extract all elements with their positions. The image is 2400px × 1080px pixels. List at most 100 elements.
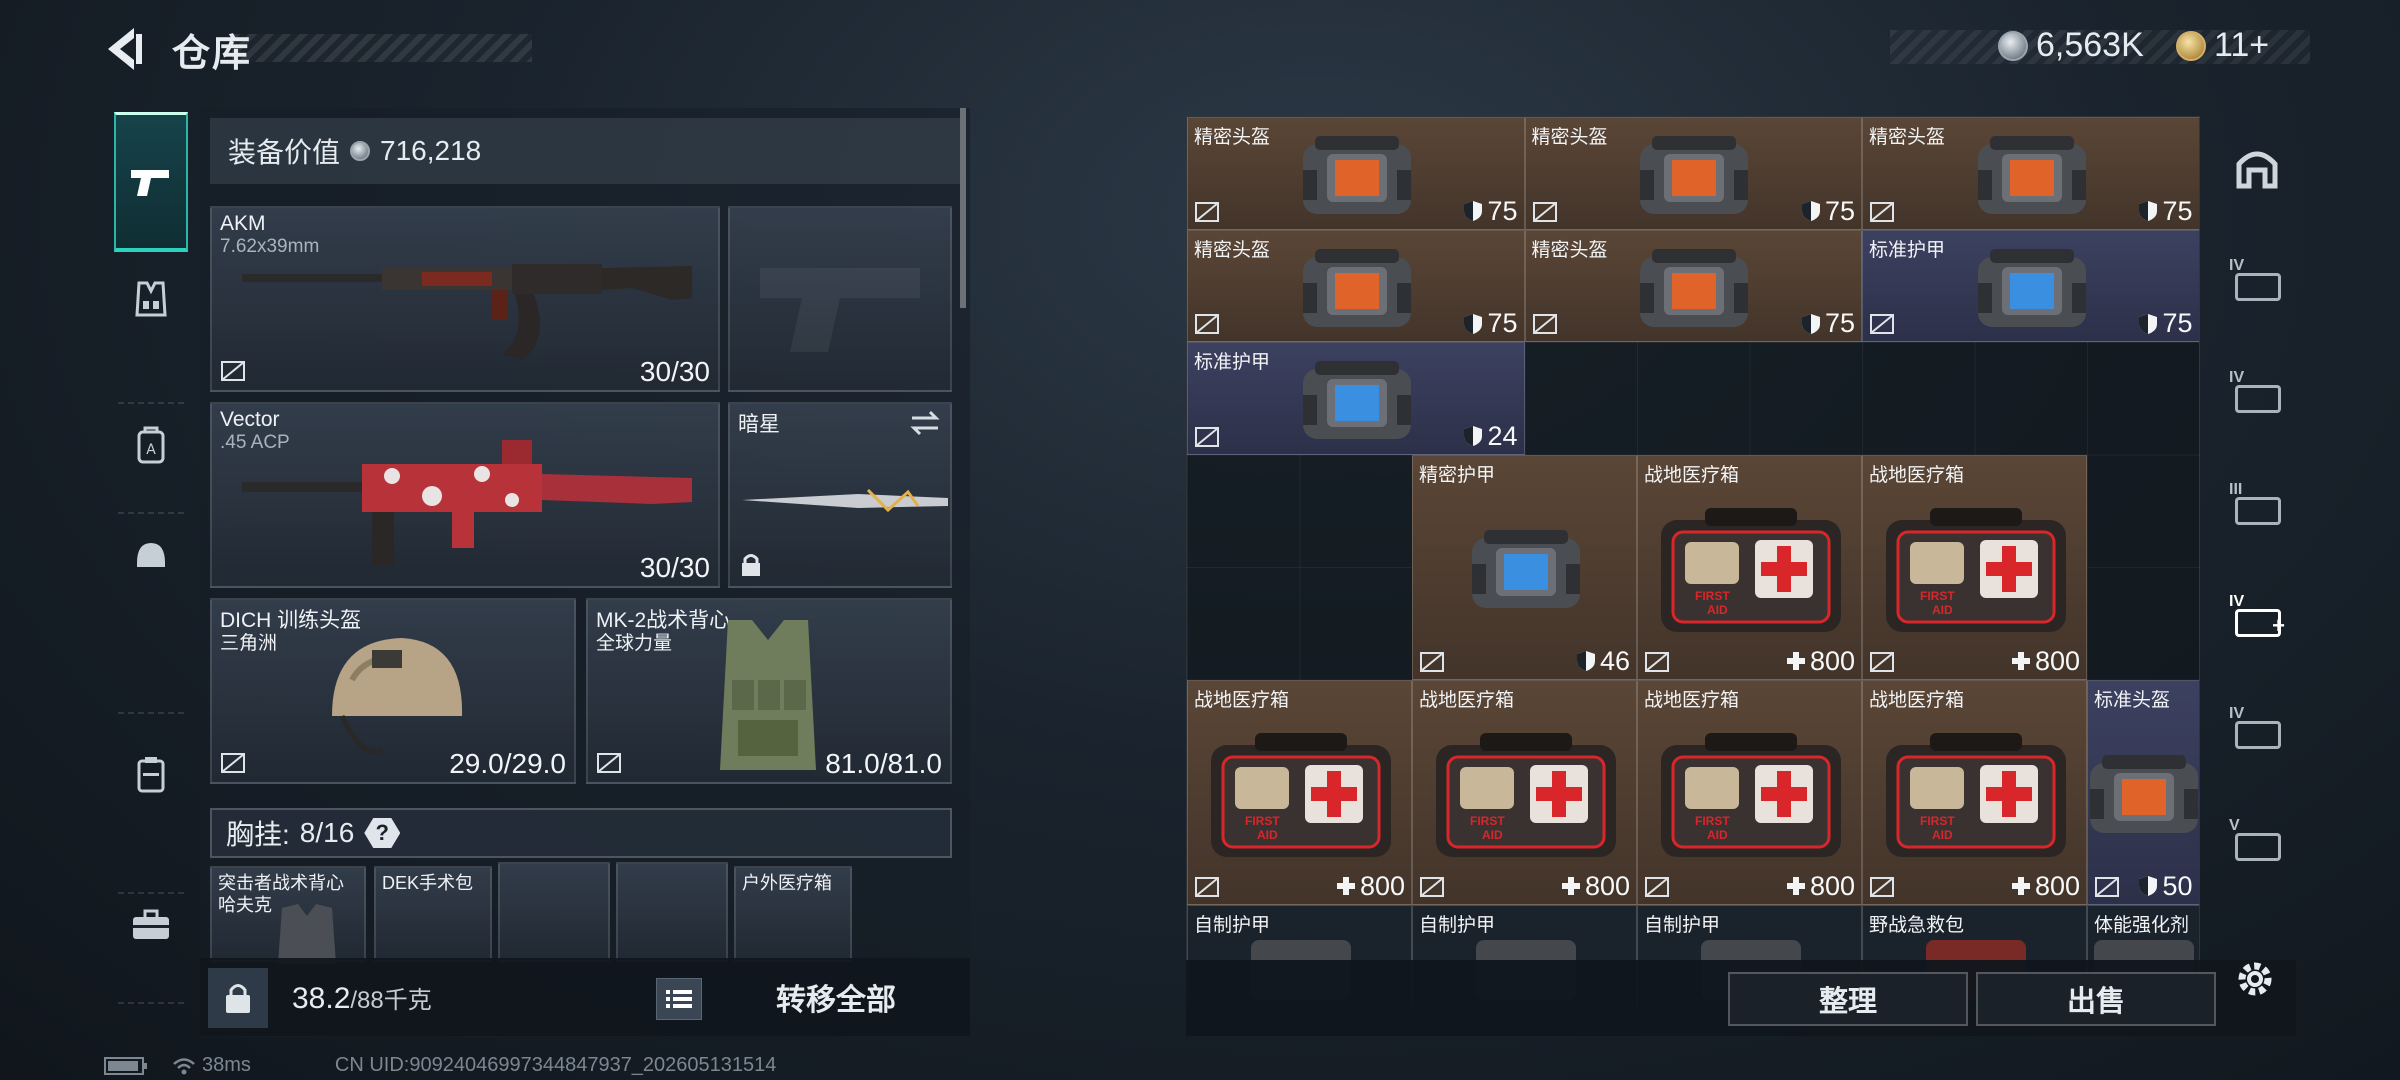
stash-tab-6[interactable]: IV <box>2214 678 2300 778</box>
tab-vests[interactable] <box>114 262 188 336</box>
stash-tab-7[interactable]: V <box>2214 790 2300 890</box>
medkit-image: FIRST AID <box>1885 508 2066 632</box>
stash-tab-3[interactable]: IV <box>2214 342 2300 442</box>
tier-box-icon: V <box>2229 817 2285 863</box>
heal-plus-icon <box>1336 877 1355 895</box>
chest-rig-header: 胸挂: 8/16 ? <box>210 808 952 858</box>
durability-shield-icon <box>1464 201 1483 221</box>
stash-item[interactable]: FIRST AID 战地医疗箱 800 <box>1862 679 2087 905</box>
stash-item[interactable]: FIRST AID 战地医疗箱 800 <box>1412 679 1637 905</box>
durability-shield-icon <box>2139 313 2158 334</box>
tab-container[interactable] <box>114 738 188 812</box>
item-name: 战地医疗箱 <box>1644 689 1740 711</box>
helmet-slot[interactable]: DICH 训练头盔 三角洲 29.0/29.0 <box>210 598 576 784</box>
no-insurance-icon <box>1870 876 1894 897</box>
primary-weapon-slot[interactable]: AKM 7.62x39mm 30/30 <box>210 206 720 392</box>
no-insurance-icon <box>1195 201 1219 222</box>
back-arrow-icon[interactable] <box>100 24 150 74</box>
stash-item[interactable]: FIRST AID 战地医疗箱 800 <box>1862 454 2087 680</box>
rig-slot[interactable]: 户外医疗箱 <box>734 866 852 962</box>
stash-item[interactable]: 精密头盔 75 <box>1862 117 2199 230</box>
item-value: 75 <box>1463 196 1518 227</box>
stash-item[interactable]: FIRST AID 战地医疗箱 800 <box>1637 679 1862 905</box>
armor-case-image <box>1640 136 1749 215</box>
stash-item[interactable]: 精密头盔 75 <box>1187 117 1525 230</box>
currency-primary[interactable]: 6,563K <box>1998 26 2144 65</box>
akm-rifle-image <box>242 264 692 360</box>
tier-box-icon: IV + <box>2229 593 2285 638</box>
stash-tab-1[interactable] <box>2214 118 2300 218</box>
stash-tab-5[interactable]: IV + <box>2214 566 2300 666</box>
durability-shield-icon <box>1801 201 1820 221</box>
tab-backpack[interactable]: A <box>114 408 188 482</box>
heal-plus-icon <box>1786 877 1805 895</box>
rig-slot[interactable]: DEK手术包 <box>374 866 492 962</box>
no-insurance-icon <box>1420 651 1444 672</box>
item-name: 战地医疗箱 <box>1644 464 1740 486</box>
gear-icon[interactable] <box>2230 954 2280 1004</box>
svg-text:A: A <box>146 442 156 458</box>
item-name: 战地医疗箱 <box>1869 464 1965 486</box>
item-value-text: 46 <box>1599 645 1630 676</box>
organize-button[interactable]: 整理 <box>1728 972 1968 1026</box>
svg-text:AID: AID <box>1707 603 1728 617</box>
armor-case-image <box>1977 136 2086 215</box>
item-value-text: 800 <box>2034 645 2080 676</box>
item-name: 自制护甲 <box>1194 914 1271 936</box>
no-insurance-icon <box>1870 314 1894 334</box>
stash-item[interactable]: 精密头盔 75 <box>1524 117 1862 230</box>
sell-button[interactable]: 出售 <box>1976 972 2216 1026</box>
item-value-text: 24 <box>1487 420 1518 451</box>
medkit-image: FIRST AID <box>1660 733 1841 857</box>
melee-slot[interactable]: 暗星 <box>728 402 952 588</box>
loadout-scrollbar[interactable] <box>960 108 966 308</box>
durability-shield-icon <box>1576 651 1595 671</box>
tab-case[interactable] <box>114 888 188 962</box>
no-insurance-icon <box>1532 201 1557 222</box>
backpack-icon: A <box>137 426 165 464</box>
svg-text:AID: AID <box>1932 828 1953 842</box>
rig-slot-empty[interactable] <box>498 862 610 962</box>
tab-helmet[interactable] <box>114 518 188 592</box>
stash-item[interactable]: FIRST AID 战地医疗箱 800 <box>1187 679 1412 905</box>
rig-slot-empty[interactable] <box>616 862 728 962</box>
currency-secondary[interactable]: 11+ <box>2176 26 2269 65</box>
item-value-text: 75 <box>2162 308 2193 338</box>
rig-slot[interactable]: 突击者战术背心 哈夫克 <box>210 866 366 964</box>
stash-item[interactable]: 标准头盔 50 <box>2087 679 2199 905</box>
stash-item[interactable]: FIRST AID 战地医疗箱 800 <box>1637 454 1862 680</box>
item-name: 战地医疗箱 <box>1869 689 1965 711</box>
stash-item[interactable]: 精密头盔 75 <box>1187 229 1525 342</box>
sidearm-slot-empty[interactable] <box>728 206 952 392</box>
stash-tab-2[interactable]: IV <box>2214 230 2300 330</box>
item-value-text: 800 <box>1359 870 1405 901</box>
vest-icon <box>135 281 167 317</box>
swap-arrows-icon[interactable] <box>908 410 942 436</box>
item-value: 75 <box>1463 308 1518 339</box>
help-icon[interactable]: ? <box>364 818 401 848</box>
page-title: 仓库 <box>172 33 253 75</box>
item-value-text: 800 <box>1809 645 1855 676</box>
item-value: 800 <box>2011 646 2080 677</box>
heal-plus-icon <box>1786 652 1805 670</box>
list-view-button[interactable] <box>656 978 702 1020</box>
stash-item[interactable]: 标准护甲 75 <box>1862 229 2199 342</box>
stash-grid: 精密头盔 75 精密头盔 75 精密头盔 75 精密头盔 75 精密头盔 75 标准护甲 7… <box>1186 116 2200 1006</box>
stash-tab-4[interactable]: III <box>2214 454 2300 554</box>
item-name: 标准头盔 <box>2094 689 2171 711</box>
stash-item[interactable]: 精密头盔 75 <box>1524 229 1862 342</box>
no-insurance-icon <box>1532 314 1557 334</box>
no-insurance-icon <box>221 361 245 381</box>
weight-lock-button[interactable] <box>208 968 268 1028</box>
no-insurance-icon <box>2095 876 2119 897</box>
armor-slot[interactable]: MK-2战术背心 全球力量 81.0/81.0 <box>586 598 952 784</box>
no-insurance-icon <box>1195 314 1219 334</box>
stash-item[interactable]: 精密护甲 46 <box>1412 454 1637 680</box>
svg-text:FIRST: FIRST <box>1695 589 1730 603</box>
transfer-all-button[interactable]: 转移全部 <box>720 962 952 1032</box>
tab-weapons[interactable] <box>114 112 188 252</box>
stash-item[interactable]: 标准护甲 24 <box>1187 342 1525 455</box>
svg-text:AID: AID <box>1482 828 1503 842</box>
secondary-weapon-slot[interactable]: Vector .45 ACP 30/30 <box>210 402 720 588</box>
item-name: 标准护甲 <box>1194 352 1271 373</box>
